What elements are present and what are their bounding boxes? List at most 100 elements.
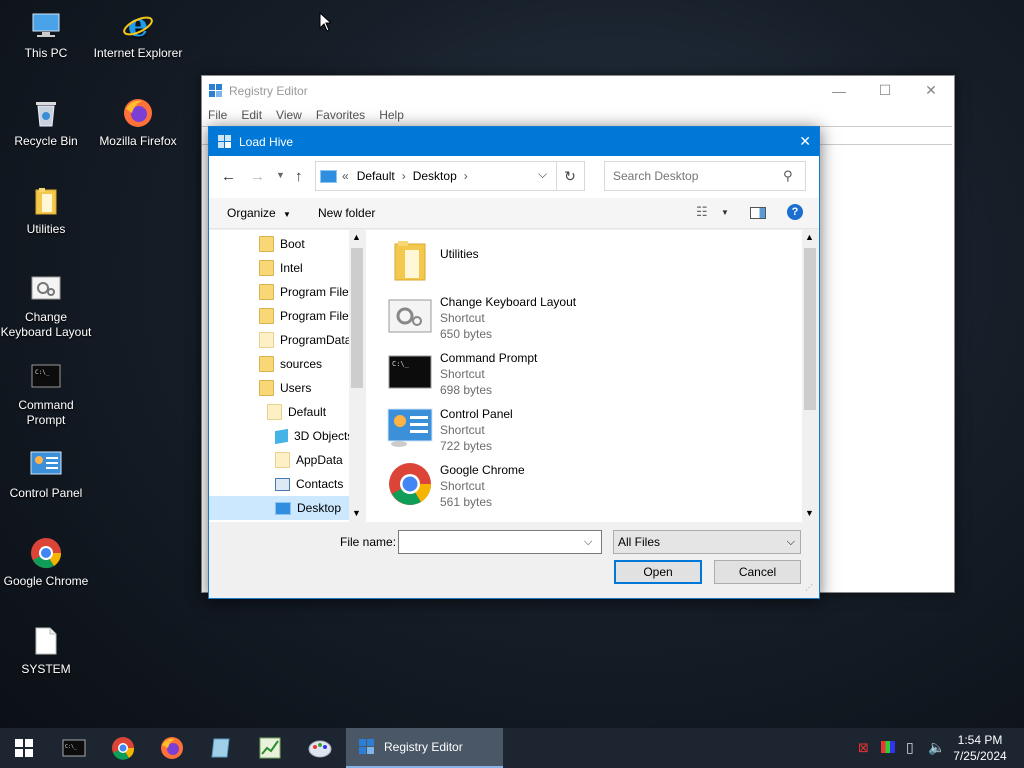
tree-item-program-files[interactable]: Program Files: [259, 280, 355, 304]
folder-icon: [29, 184, 63, 218]
desktop-icon-internet-explorer[interactable]: e Internet Explorer: [92, 8, 184, 61]
registry-menu-bar: File Edit View Favorites Help: [202, 105, 954, 125]
scroll-down-icon[interactable]: ▼: [805, 508, 814, 518]
menu-favorites[interactable]: Favorites: [316, 108, 365, 122]
change-view-icon[interactable]: ☷: [696, 204, 708, 220]
help-icon[interactable]: ?: [787, 204, 803, 220]
maximize-button[interactable]: ☐: [862, 76, 908, 105]
minimize-button[interactable]: —: [816, 76, 862, 105]
desktop-icon-system[interactable]: SYSTEM: [0, 624, 92, 677]
scroll-up-icon[interactable]: ▲: [352, 232, 361, 242]
tree-item-contacts[interactable]: Contacts: [275, 472, 343, 496]
close-button[interactable]: ✕: [908, 76, 954, 105]
tree-item-sources[interactable]: sources: [259, 352, 322, 376]
address-bar[interactable]: « Default › Desktop › ⌵: [315, 161, 557, 191]
dialog-title-bar[interactable]: Load Hive ✕: [209, 127, 819, 156]
taskbar-task-manager[interactable]: [246, 728, 294, 768]
chrome-icon: [386, 460, 434, 508]
display-settings-icon[interactable]: [881, 741, 895, 753]
taskbar-paint-app[interactable]: [296, 728, 344, 768]
tree-item-appdata[interactable]: AppData: [275, 448, 343, 472]
dialog-close-button[interactable]: ✕: [799, 133, 811, 150]
chevron-down-icon[interactable]: ⌵: [584, 536, 592, 549]
breadcrumb-separator-icon: ›: [463, 169, 468, 183]
folder-icon: [259, 356, 274, 372]
open-button[interactable]: Open: [614, 560, 702, 584]
desktop-icon-this-pc[interactable]: This PC: [0, 8, 92, 61]
tree-item-programdata[interactable]: ProgramData: [259, 328, 351, 352]
desktop-icon-recycle-bin[interactable]: Recycle Bin: [0, 96, 92, 149]
breadcrumb-overflow[interactable]: «: [342, 169, 349, 183]
up-arrow-icon[interactable]: ↑: [295, 168, 303, 185]
desktop-icon-control-panel[interactable]: Control Panel: [0, 448, 92, 501]
desktop-icon-label: This PC: [24, 46, 68, 60]
tree-item-users[interactable]: Users: [259, 376, 311, 400]
desktop-icon-keyboard-layout[interactable]: Change Keyboard Layout: [0, 272, 92, 340]
chrome-icon: [112, 737, 135, 760]
file-list[interactable]: Utilities Change Keyboard Layout Shortcu…: [366, 230, 802, 522]
file-type-select[interactable]: All Files ⌵: [613, 530, 801, 554]
desktop-icon-firefox[interactable]: Mozilla Firefox: [92, 96, 184, 149]
file-list-scrollbar-thumb[interactable]: [804, 248, 816, 410]
list-item-command-prompt[interactable]: C:\_ Command Prompt Shortcut 698 bytes: [386, 348, 537, 398]
network-status-icon[interactable]: ⊠: [858, 740, 869, 756]
tree-item-desktop[interactable]: Desktop: [275, 496, 341, 520]
file-name-combobox[interactable]: ⌵: [398, 530, 602, 554]
tree-item-3d-objects[interactable]: 3D Objects: [275, 424, 353, 448]
load-hive-dialog[interactable]: Load Hive ✕ ← → ▼ ↑ « Default › Desktop …: [208, 126, 820, 599]
file-name-input[interactable]: [402, 534, 584, 550]
forward-arrow-icon[interactable]: →: [250, 168, 265, 185]
menu-file[interactable]: File: [208, 108, 227, 122]
search-box[interactable]: ⚲: [604, 161, 806, 191]
address-dropdown-icon[interactable]: ⌵: [538, 167, 547, 182]
start-button[interactable]: [0, 728, 48, 768]
list-item-google-chrome[interactable]: Google Chrome Shortcut 561 bytes: [386, 460, 525, 510]
scroll-down-icon[interactable]: ▼: [352, 508, 361, 518]
tree-item-program-files-x86[interactable]: Program Files: [259, 304, 355, 328]
tree-scrollbar-thumb[interactable]: [351, 248, 363, 388]
breadcrumb-desktop[interactable]: Desktop: [413, 169, 457, 183]
back-arrow-icon[interactable]: ←: [221, 168, 236, 185]
desktop-icon-google-chrome[interactable]: Google Chrome: [0, 536, 92, 589]
organize-button[interactable]: Organize ▼: [227, 206, 291, 220]
usb-device-icon[interactable]: ▯: [906, 739, 914, 756]
file-list-scrollbar-track[interactable]: ▲ ▼: [802, 230, 818, 522]
taskbar-notebook-app[interactable]: [197, 728, 245, 768]
tree-item-intel[interactable]: Intel: [259, 256, 303, 280]
folder-icon: [275, 452, 290, 468]
taskbar-registry-editor[interactable]: Registry Editor: [346, 728, 503, 768]
breadcrumb-default[interactable]: Default: [357, 169, 395, 183]
menu-edit[interactable]: Edit: [241, 108, 262, 122]
preview-pane-icon[interactable]: [750, 207, 766, 219]
new-folder-button[interactable]: New folder: [318, 206, 375, 220]
resize-grip-icon[interactable]: ⋰: [805, 583, 813, 592]
tree-item-default[interactable]: Default: [267, 400, 326, 424]
file-size: 650 bytes: [440, 327, 493, 341]
registry-values-pane[interactable]: [818, 146, 949, 586]
taskbar-chrome[interactable]: [99, 728, 147, 768]
tree-item-boot[interactable]: Boot: [259, 232, 305, 256]
command-prompt-icon: C:\_: [62, 739, 86, 757]
scroll-up-icon[interactable]: ▲: [805, 232, 814, 242]
taskbar-firefox[interactable]: [148, 728, 196, 768]
navigation-tree[interactable]: Boot Intel Program Files Program Files P…: [209, 230, 365, 522]
desktop-icon-utilities[interactable]: Utilities: [0, 184, 92, 237]
recent-locations-chevron-icon[interactable]: ▼: [276, 170, 285, 180]
file-type-value: All Files: [618, 535, 661, 549]
volume-muted-icon[interactable]: 🔈: [928, 739, 945, 756]
list-item-change-keyboard-layout[interactable]: Change Keyboard Layout Shortcut 650 byte…: [386, 292, 576, 342]
refresh-button[interactable]: ↻: [556, 161, 585, 191]
menu-help[interactable]: Help: [379, 108, 404, 122]
windows-logo-icon: [15, 739, 33, 757]
cancel-button[interactable]: Cancel: [714, 560, 801, 584]
clock[interactable]: 1:54 PM 7/25/2024: [950, 732, 1010, 764]
taskbar-command-prompt[interactable]: C:\_: [50, 728, 98, 768]
desktop-icon-command-prompt[interactable]: C:\_ Command Prompt: [0, 360, 92, 428]
tree-scrollbar[interactable]: ▲ ▼: [349, 230, 365, 522]
list-item-control-panel[interactable]: Control Panel Shortcut 722 bytes: [386, 404, 513, 454]
list-item-utilities[interactable]: Utilities: [386, 236, 479, 284]
svg-text:C:\_: C:\_: [392, 360, 410, 368]
menu-view[interactable]: View: [276, 108, 302, 122]
view-options-chevron-icon[interactable]: ▼: [721, 208, 729, 217]
search-input[interactable]: [611, 168, 783, 184]
